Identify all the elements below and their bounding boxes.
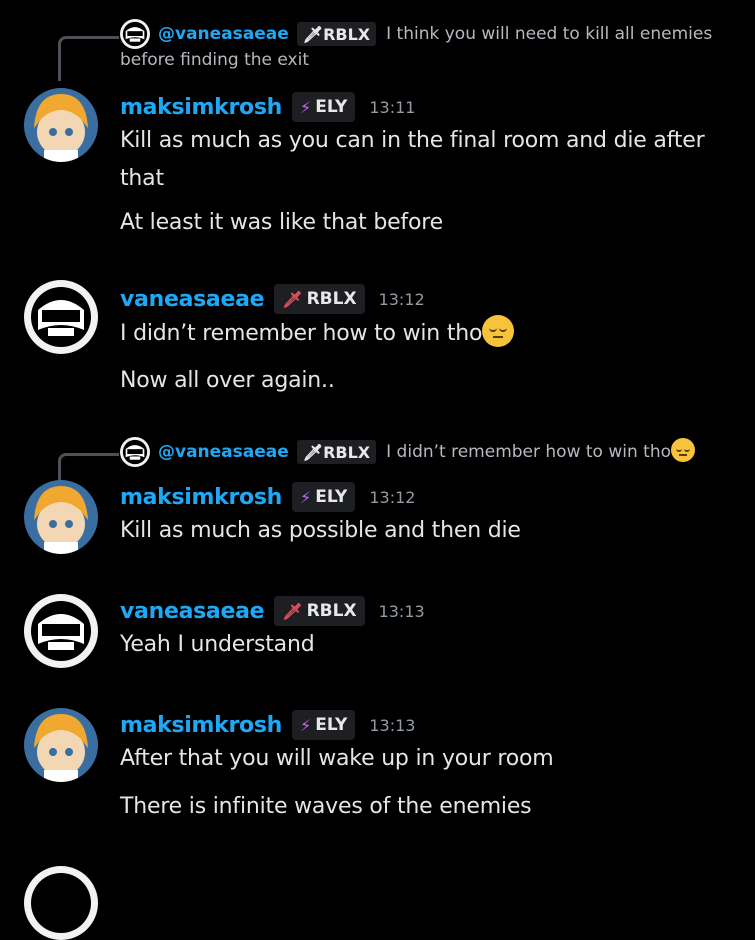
user-tag: ⚡ ELY <box>292 710 356 740</box>
avatar[interactable] <box>24 708 98 782</box>
reply-username[interactable]: @vaneasaeae <box>158 442 289 462</box>
user-tag: 🗡 RBLX <box>274 284 365 314</box>
reply-username[interactable]: @vaneasaeae <box>158 24 289 44</box>
username[interactable]: maksimkrosh <box>120 713 282 738</box>
reply-text-content: I didn’t remember how to win tho <box>386 442 672 462</box>
avatar[interactable] <box>24 88 98 162</box>
avatar[interactable] <box>120 437 150 467</box>
avatar[interactable] <box>24 480 98 554</box>
message-header: maksimkrosh ⚡ ELY 13:13 <box>120 710 415 740</box>
tag-label: RBLX <box>323 24 371 44</box>
pensive-face-emoji <box>671 438 696 462</box>
avatar[interactable] <box>24 280 98 354</box>
message-header: maksimkrosh ⚡ ELY 13:11 <box>120 92 415 122</box>
message-text: Kill as much as you can in the final roo… <box>120 128 705 153</box>
user-tag: ⚡ ELY <box>292 92 356 122</box>
message-text: I didn’t remember how to win tho <box>120 315 515 350</box>
timestamp: 13:12 <box>369 487 416 507</box>
message-header: vaneasaeae 🗡 RBLX 13:12 <box>120 284 425 314</box>
tag-label: ELY <box>315 715 348 735</box>
avatar[interactable] <box>24 866 98 940</box>
reply-text: I think you will need to kill all enemie… <box>386 24 713 44</box>
user-tag: 🗡 RBLX <box>296 440 377 464</box>
timestamp: 13:12 <box>378 289 425 309</box>
username[interactable]: maksimkrosh <box>120 95 282 120</box>
tag-label: RBLX <box>306 601 357 621</box>
tag-label: ELY <box>315 97 348 117</box>
sword-icon: 🗡 <box>282 289 303 309</box>
pensive-face-emoji <box>482 315 515 347</box>
message-text: At least it was like that before <box>120 210 443 235</box>
sword-icon: 🗡 <box>302 24 324 44</box>
username[interactable]: vaneasaeae <box>120 287 265 312</box>
reply-text: I didn’t remember how to win tho <box>386 438 696 464</box>
lightning-bolt-icon: ⚡ <box>300 715 312 735</box>
message-text: that <box>120 166 164 191</box>
user-tag: ⚡ ELY <box>292 482 356 512</box>
message-text: Now all over again.. <box>120 368 335 393</box>
username[interactable]: maksimkrosh <box>120 485 282 510</box>
lightning-bolt-icon: ⚡ <box>300 487 312 507</box>
sword-icon: 🗡 <box>302 442 324 462</box>
username[interactable]: vaneasaeae <box>120 599 265 624</box>
avatar[interactable] <box>24 594 98 668</box>
reply-header: @vaneasaeae 🗡 RBLX I didn’t remember how … <box>120 437 696 467</box>
message-header: maksimkrosh ⚡ ELY 13:12 <box>120 482 415 512</box>
reply-preview[interactable]: @vaneasaeae 🗡 RBLX I think you will need … <box>0 18 755 81</box>
avatar[interactable] <box>120 19 150 49</box>
reply-header: @vaneasaeae 🗡 RBLX I think you will need … <box>120 19 713 49</box>
lightning-bolt-icon: ⚡ <box>300 97 312 117</box>
message-header: vaneasaeae 🗡 RBLX 13:13 <box>120 596 425 626</box>
user-tag: 🗡 RBLX <box>296 22 377 46</box>
message-text-content: I didn’t remember how to win tho <box>120 321 483 346</box>
timestamp: 13:13 <box>369 715 416 735</box>
message-text: After that you will wake up in your room <box>120 746 554 771</box>
user-tag: 🗡 RBLX <box>274 596 365 626</box>
sword-icon: 🗡 <box>282 601 303 621</box>
message-text: There is infinite waves of the enemies <box>120 794 532 819</box>
reply-connector <box>58 36 119 81</box>
tag-label: ELY <box>315 487 348 507</box>
message-text: Yeah I understand <box>120 632 315 657</box>
timestamp: 13:13 <box>378 601 425 621</box>
tag-label: RBLX <box>323 442 371 462</box>
tag-label: RBLX <box>306 289 357 309</box>
reply-text-continued: before finding the exit <box>120 50 309 70</box>
message-text: Kill as much as possible and then die <box>120 518 521 543</box>
timestamp: 13:11 <box>369 97 416 117</box>
